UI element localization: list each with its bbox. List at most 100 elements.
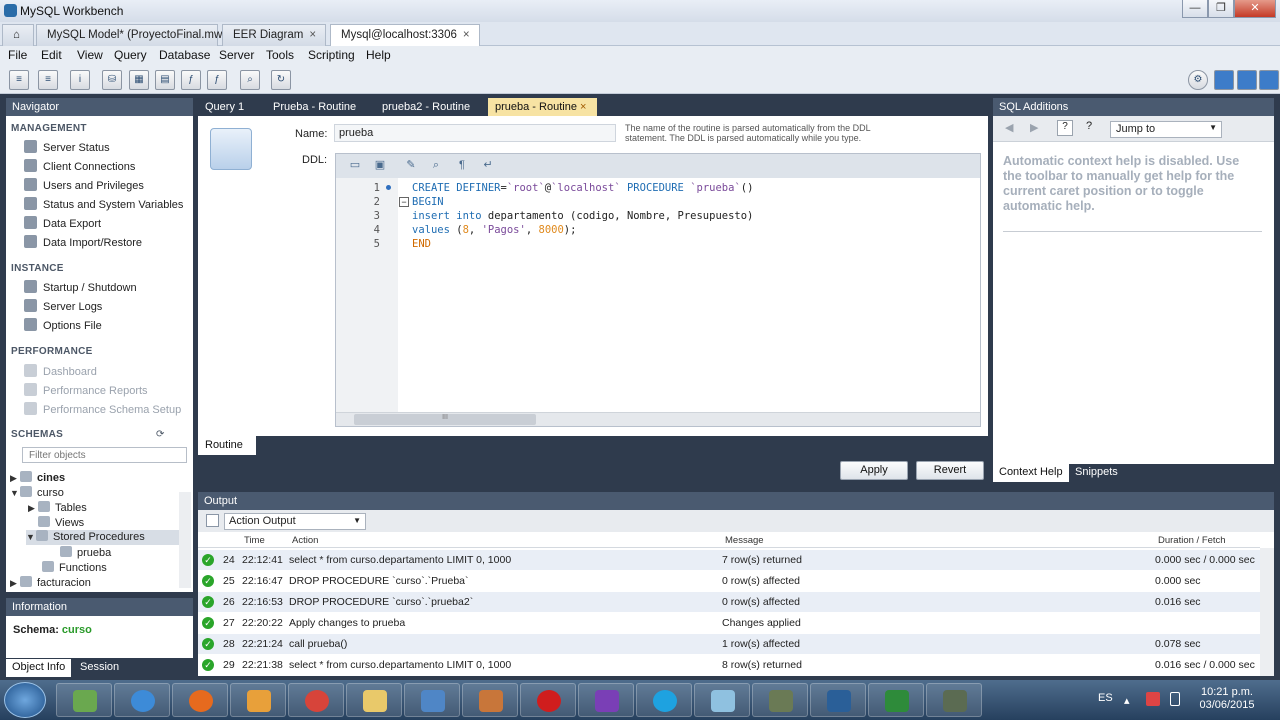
horizontal-scrollbar[interactable]: III <box>336 412 980 426</box>
tab-object-info[interactable]: Object Info <box>6 659 72 677</box>
schema-cines[interactable]: ▶ cines <box>10 471 65 484</box>
menu-edit[interactable]: Edit <box>41 48 62 62</box>
close-tab-icon[interactable]: × <box>580 101 586 113</box>
nav-options-file[interactable]: Options File <box>24 318 102 332</box>
nav-startup-shutdown[interactable]: Startup / Shutdown <box>24 280 137 294</box>
taskbar-app-game[interactable] <box>462 683 518 717</box>
battery-icon[interactable] <box>1170 692 1180 706</box>
taskbar-visual-studio[interactable] <box>578 683 634 717</box>
tab-connection[interactable]: Mysql@localhost:3306 × <box>330 24 480 46</box>
menu-server[interactable]: Server <box>219 48 254 62</box>
output-row[interactable]: ✓ 29 22:21:38 select * from curso.departame… <box>198 655 1260 675</box>
taskbar-skype[interactable] <box>636 683 692 717</box>
taskbar-explorer[interactable] <box>346 683 402 717</box>
open-file-icon[interactable]: ▭ <box>346 157 364 174</box>
tab-routine[interactable]: Routine <box>198 436 256 455</box>
invisible-chars-icon[interactable]: ¶ <box>453 157 471 174</box>
tree-functions[interactable]: Functions <box>42 561 107 574</box>
nav-performance-schema-setup[interactable]: Performance Schema Setup <box>24 402 181 416</box>
reconnect-icon[interactable]: ↻ <box>271 70 291 90</box>
output-row[interactable]: ✓ 27 22:20:22 Apply changes to prueba Change… <box>198 613 1260 633</box>
fold-icon[interactable]: − <box>399 197 409 207</box>
find-icon[interactable]: ⌕ <box>427 157 445 174</box>
close-tab-icon[interactable]: × <box>309 29 316 41</box>
nav-server-logs[interactable]: Server Logs <box>24 299 102 313</box>
output-row[interactable]: ✓ 26 22:16:53 DROP PROCEDURE `curso`.`prueb… <box>198 592 1260 612</box>
tree-stored-procedures[interactable]: ▼ Stored Procedures <box>26 530 180 545</box>
taskbar-mysql-workbench[interactable] <box>810 683 866 717</box>
refresh-schemas-icon[interactable]: ⟳ <box>156 429 164 440</box>
schema-tree-scrollbar[interactable] <box>179 492 191 588</box>
tab-model[interactable]: MySQL Model* (ProyectoFinal.mwb)× <box>36 24 245 46</box>
taskbar-notes[interactable] <box>694 683 750 717</box>
system-tray-icon[interactable]: ▴ <box>1124 694 1130 707</box>
jump-to-select[interactable]: Jump to ▼ <box>1110 121 1222 138</box>
output-type-select[interactable]: Action Output ▼ <box>224 513 366 530</box>
create-schema-icon[interactable]: ⛁ <box>102 70 122 90</box>
tree-procedure-prueba[interactable]: prueba <box>60 546 111 559</box>
tab-prueba2-routine[interactable]: prueba2 - Routine <box>375 98 477 116</box>
start-button[interactable] <box>4 682 46 718</box>
close-tab-icon[interactable]: × <box>463 29 470 41</box>
close-button[interactable]: ✕ <box>1234 0 1276 18</box>
taskbar-app[interactable] <box>752 683 808 717</box>
nav-data-import[interactable]: Data Import/Restore <box>24 235 142 249</box>
tab-snippets[interactable]: Snippets <box>1069 464 1124 482</box>
nav-performance-reports[interactable]: Performance Reports <box>24 383 148 397</box>
search-table-data-icon[interactable]: ⌕ <box>240 70 260 90</box>
menu-help[interactable]: Help <box>366 48 391 62</box>
taskbar-task-manager[interactable] <box>56 683 112 717</box>
tab-prueba-routine[interactable]: Prueba - Routine <box>266 98 363 116</box>
apply-button[interactable]: Apply <box>840 461 908 480</box>
taskbar-opera[interactable] <box>520 683 576 717</box>
taskbar-excel[interactable] <box>868 683 924 717</box>
toggle-sidebar-icon[interactable] <box>1214 70 1234 90</box>
toggle-auto-help-icon[interactable]: ? <box>1081 120 1097 136</box>
taskbar-chrome[interactable] <box>288 683 344 717</box>
forward-icon[interactable]: ▶ <box>1030 121 1038 134</box>
manual-help-icon[interactable]: ? <box>1057 120 1073 136</box>
filter-objects-input[interactable] <box>22 447 187 463</box>
settings-gear-icon[interactable]: ⚙ <box>1188 70 1208 90</box>
taskbar-internet-explorer[interactable] <box>114 683 170 717</box>
object-inspector-icon[interactable]: i <box>70 70 90 90</box>
tab-context-help[interactable]: Context Help <box>993 464 1069 482</box>
output-row[interactable]: ✓ 28 22:21:24 call prueba() 1 row(s) affecte… <box>198 634 1260 654</box>
language-indicator[interactable]: ES <box>1098 692 1113 704</box>
expand-icon[interactable]: ▶ <box>28 503 38 514</box>
taskbar-firefox[interactable] <box>172 683 228 717</box>
nav-users-privileges[interactable]: Users and Privileges <box>24 178 144 192</box>
wrap-lines-icon[interactable]: ↵ <box>479 157 497 174</box>
menu-query[interactable]: Query <box>114 48 147 62</box>
home-tab[interactable]: ⌂ <box>2 24 34 46</box>
nav-dashboard[interactable]: Dashboard <box>24 364 97 378</box>
menu-scripting[interactable]: Scripting <box>308 48 355 62</box>
expand-icon[interactable]: ▶ <box>10 473 20 484</box>
tree-views[interactable]: Views <box>38 516 84 529</box>
nav-client-connections[interactable]: Client Connections <box>24 159 135 173</box>
tab-prueba-routine-active[interactable]: prueba - Routine × <box>488 98 597 116</box>
menu-file[interactable]: File <box>8 48 27 62</box>
collapse-icon[interactable]: ▼ <box>26 532 36 542</box>
tab-query-1[interactable]: Query 1 <box>198 98 251 116</box>
taskbar-media-player[interactable] <box>230 683 286 717</box>
toggle-output-icon[interactable] <box>1237 70 1257 90</box>
copy-output-icon[interactable] <box>206 514 219 527</box>
nav-server-status[interactable]: Server Status <box>24 140 110 154</box>
output-scrollbar[interactable] <box>1260 548 1274 676</box>
tab-eer-diagram[interactable]: EER Diagram × <box>222 24 326 46</box>
create-function-icon[interactable]: ƒ <box>207 70 227 90</box>
create-table-icon[interactable]: ▦ <box>129 70 149 90</box>
menu-view[interactable]: View <box>77 48 103 62</box>
tree-tables[interactable]: ▶ Tables <box>28 501 87 514</box>
taskbar-clock[interactable]: 10:21 p.m. 03/06/2015 <box>1192 686 1262 712</box>
beautify-icon[interactable]: ✎ <box>402 157 420 174</box>
schema-curso[interactable]: ▼ curso <box>10 486 64 499</box>
minimize-button[interactable]: — <box>1182 0 1208 18</box>
scroll-thumb[interactable]: III <box>354 414 536 425</box>
revert-button[interactable]: Revert <box>916 461 984 480</box>
taskbar-virtualbox[interactable] <box>404 683 460 717</box>
taskbar-app-2[interactable] <box>926 683 982 717</box>
new-sql-tab-icon[interactable]: ≡ <box>9 70 29 90</box>
nav-status-variables[interactable]: Status and System Variables <box>24 197 183 211</box>
